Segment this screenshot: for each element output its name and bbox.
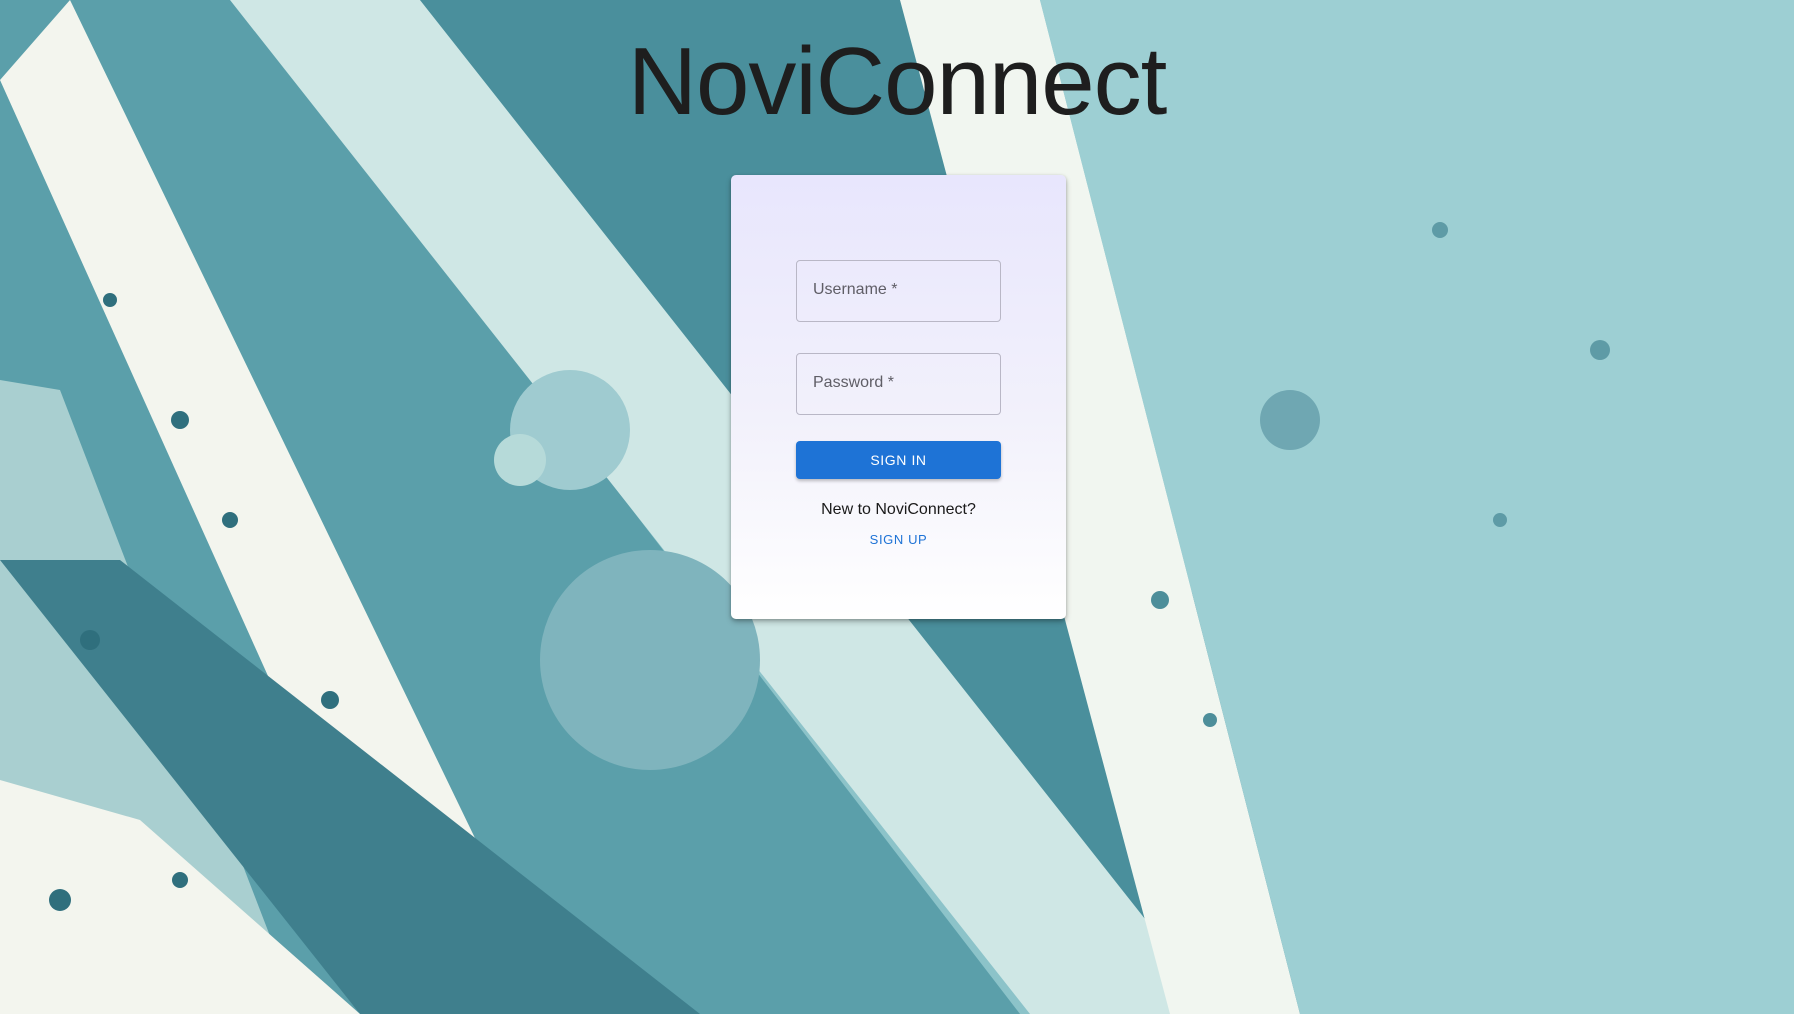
- password-field[interactable]: Password *: [796, 353, 1001, 415]
- sign-up-link[interactable]: SIGN UP: [848, 528, 949, 552]
- login-card: Username * Password * SIGN IN New to Nov…: [731, 175, 1066, 619]
- app-title: NoviConnect: [627, 28, 1168, 135]
- login-page: NoviConnect Username * Password * SIGN I…: [0, 0, 1794, 1014]
- sign-in-button[interactable]: SIGN IN: [796, 441, 1001, 479]
- signup-prompt: New to NoviConnect?: [821, 501, 976, 518]
- password-input[interactable]: [797, 354, 1000, 414]
- username-input[interactable]: [797, 261, 1000, 321]
- username-field[interactable]: Username *: [796, 260, 1001, 322]
